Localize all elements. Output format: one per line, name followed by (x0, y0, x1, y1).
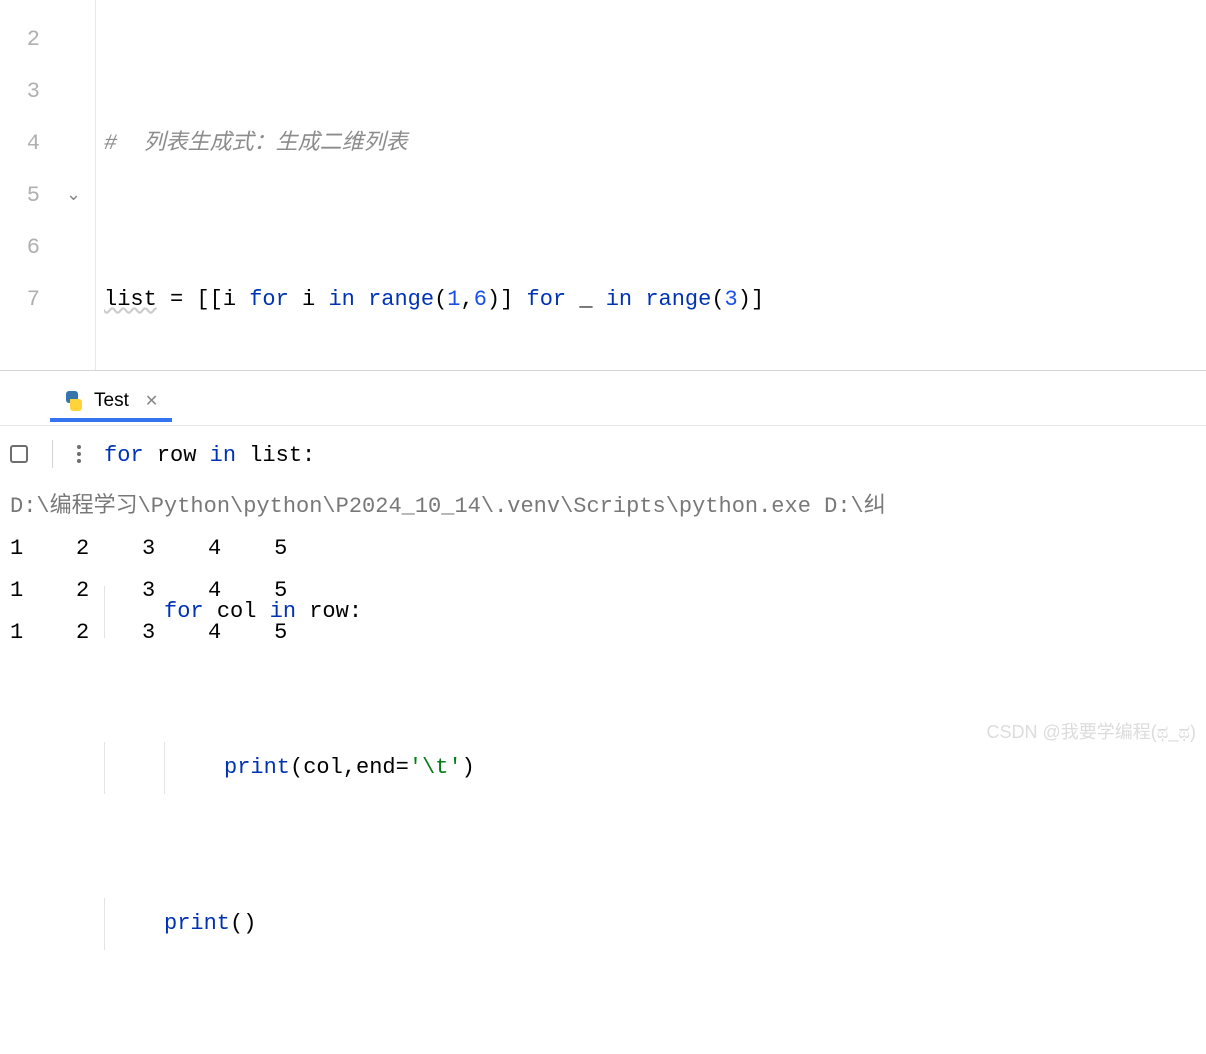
fold-chevron-icon[interactable]: ⌄ (66, 170, 81, 222)
tab-label: Test (94, 390, 129, 412)
code-line[interactable]: for col in row: (104, 586, 1206, 638)
comment: # 列表生成式：生成二维列表 (104, 118, 408, 170)
line-number: 2 (0, 14, 40, 66)
code-area[interactable]: # 列表生成式：生成二维列表 list = [[i for i in range… (96, 0, 1206, 370)
python-icon (64, 391, 84, 411)
watermark: CSDN @我要学编程(ಥ_ಥ) (986, 718, 1196, 744)
code-line[interactable]: list = [[i for i in range(1,6)] for _ in… (104, 274, 1206, 326)
code-line[interactable]: print() (104, 898, 1206, 950)
fold-column: ⌄ (48, 0, 96, 370)
terminal-tab-test[interactable]: Test ✕ (50, 384, 172, 422)
code-editor[interactable]: 2 3 4 5 6 7 ⌄ # 列表生成式：生成二维列表 list = [[i … (0, 0, 1206, 370)
code-line[interactable]: # 列表生成式：生成二维列表 (104, 118, 1206, 170)
line-number: 5 (0, 170, 40, 222)
close-icon[interactable]: ✕ (145, 391, 158, 411)
more-menu-icon[interactable] (77, 445, 81, 463)
code-line[interactable]: for row in list: (104, 430, 1206, 482)
line-number: 7 (0, 274, 40, 326)
line-number: 4 (0, 118, 40, 170)
line-gutter: 2 3 4 5 6 7 (0, 0, 48, 370)
line-number: 3 (0, 66, 40, 118)
stop-button[interactable] (10, 445, 28, 463)
separator (52, 440, 53, 468)
line-number: 6 (0, 222, 40, 274)
